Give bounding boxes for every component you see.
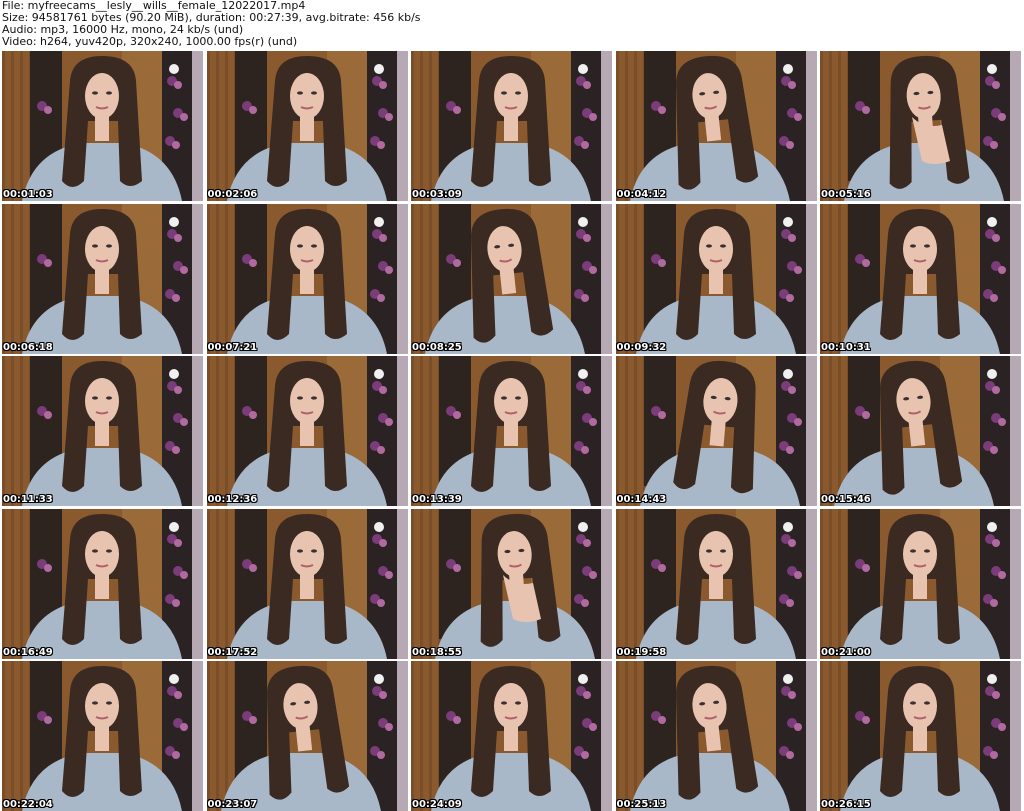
frame-image <box>206 51 408 201</box>
video-thumbnail: 00:02:06 <box>206 51 408 201</box>
frame-image <box>206 661 408 811</box>
timestamp-label: 00:18:55 <box>412 646 462 658</box>
timestamp-label: 00:15:46 <box>821 494 871 505</box>
timestamp-label: 00:22:04 <box>3 799 53 810</box>
frame-image <box>411 51 612 201</box>
timestamp-label: 00:09:32 <box>616 341 667 353</box>
video-thumbnail: 00:25:13 <box>615 661 817 811</box>
frame-image <box>206 508 408 659</box>
video-thumbnail: 00:14:43 <box>615 356 817 506</box>
video-thumbnail: 00:26:15 <box>820 661 1021 811</box>
frame-image <box>206 203 408 354</box>
video-thumbnail: 00:18:55 <box>411 508 612 659</box>
frame-image <box>411 356 612 506</box>
video-thumbnail: 00:09:32 <box>615 203 817 354</box>
video-thumbnail: 00:21:00 <box>820 508 1021 659</box>
video-thumbnail: 00:23:07 <box>206 661 408 811</box>
video-thumbnail: 00:08:25 <box>411 203 612 354</box>
video-thumbnail: 00:24:09 <box>411 661 612 811</box>
frame-image <box>411 508 612 659</box>
frame-image <box>820 51 1021 201</box>
timestamp-label: 00:17:52 <box>207 646 258 658</box>
frame-image <box>615 508 817 659</box>
frame-image <box>615 356 817 506</box>
frame-image <box>615 203 817 354</box>
timestamp-label: 00:06:18 <box>3 341 53 353</box>
frame-image <box>2 356 203 506</box>
video-thumbnail: 00:05:16 <box>820 51 1021 201</box>
video-thumbnail: 00:17:52 <box>206 508 408 659</box>
timestamp-label: 00:26:15 <box>821 799 871 810</box>
timestamp-label: 00:03:09 <box>412 189 462 200</box>
video-thumbnail: 00:12:36 <box>206 356 408 506</box>
timestamp-label: 00:11:33 <box>3 494 53 505</box>
frame-image <box>820 661 1021 811</box>
timestamp-label: 00:25:13 <box>616 799 667 810</box>
frame-image <box>206 356 408 506</box>
timestamp-label: 00:04:12 <box>616 189 667 200</box>
video-thumbnail: 00:06:18 <box>2 203 203 354</box>
video-thumbnail: 00:10:31 <box>820 203 1021 354</box>
timestamp-label: 00:01:03 <box>3 189 53 200</box>
video-thumbnail: 00:15:46 <box>820 356 1021 506</box>
file-info-header: File: myfreecams__lesly__wills__female_1… <box>2 0 1022 50</box>
thumbnail-grid: 00:01:03 00:02:06 00:03:09 00:04:12 00:05:16… <box>2 51 1022 811</box>
video-thumbnail: 00:03:09 <box>411 51 612 201</box>
frame-image <box>820 508 1021 659</box>
timestamp-label: 00:19:58 <box>616 646 667 658</box>
timestamp-label: 00:08:25 <box>412 341 462 353</box>
video-thumbnail: 00:01:03 <box>2 51 203 201</box>
timestamp-label: 00:23:07 <box>207 799 258 810</box>
frame-image <box>615 661 817 811</box>
video-info-line: Video: h264, yuv420p, 320x240, 1000.00 f… <box>2 35 298 48</box>
frame-image <box>411 661 612 811</box>
frame-image <box>2 661 203 811</box>
frame-image <box>2 508 203 659</box>
frame-image <box>2 51 203 201</box>
timestamp-label: 00:12:36 <box>207 494 258 505</box>
timestamp-label: 00:16:49 <box>3 646 53 658</box>
timestamp-label: 00:07:21 <box>207 341 258 353</box>
video-thumbnail: 00:22:04 <box>2 661 203 811</box>
timestamp-label: 00:02:06 <box>207 189 258 200</box>
timestamp-label: 00:10:31 <box>821 341 871 353</box>
timestamp-label: 00:14:43 <box>616 494 667 505</box>
timestamp-label: 00:24:09 <box>412 799 462 810</box>
video-thumbnail: 00:07:21 <box>206 203 408 354</box>
video-thumbnail: 00:19:58 <box>615 508 817 659</box>
video-thumbnail: 00:13:39 <box>411 356 612 506</box>
frame-image <box>2 203 203 354</box>
video-thumbnail: 00:16:49 <box>2 508 203 659</box>
frame-image <box>820 356 1021 506</box>
video-thumbnail: 00:11:33 <box>2 356 203 506</box>
timestamp-label: 00:13:39 <box>412 494 462 505</box>
video-thumbnail: 00:04:12 <box>615 51 817 201</box>
frame-image <box>411 203 612 354</box>
timestamp-label: 00:21:00 <box>821 646 871 658</box>
frame-image <box>615 51 817 201</box>
frame-image <box>820 203 1021 354</box>
timestamp-label: 00:05:16 <box>821 189 871 200</box>
